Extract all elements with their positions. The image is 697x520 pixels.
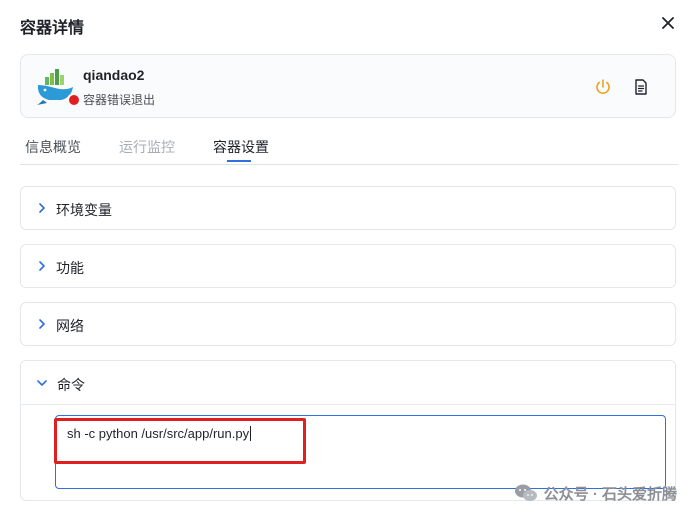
wechat-icon <box>514 484 537 501</box>
section-command-header[interactable]: 命令 <box>21 361 675 405</box>
chevron-right-icon <box>39 319 45 329</box>
close-button[interactable] <box>659 14 677 32</box>
section-env-vars[interactable]: 环境变量 <box>20 186 676 230</box>
document-icon <box>635 79 647 95</box>
command-value: sh -c python /usr/src/app/run.py <box>67 426 252 441</box>
section-label: 命令 <box>57 377 85 393</box>
container-status-text: 容器错误退出 <box>83 93 156 107</box>
tab-monitor[interactable]: 运行监控 <box>119 137 175 157</box>
chevron-down-icon <box>37 380 47 386</box>
container-card: qiandao2 容器错误退出 <box>20 54 676 118</box>
section-network[interactable]: 网络 <box>20 302 676 346</box>
tab-bar: 信息概览 运行监控 容器设置 <box>20 134 678 165</box>
section-label: 环境变量 <box>56 202 112 218</box>
status-dot <box>67 93 81 107</box>
tab-overview[interactable]: 信息概览 <box>25 137 81 157</box>
tab-settings[interactable]: 容器设置 <box>213 137 269 157</box>
active-tab-indicator <box>227 160 251 162</box>
container-name: qiandao2 <box>83 67 145 83</box>
text-caret <box>250 426 252 441</box>
power-icon <box>596 79 610 94</box>
command-input[interactable]: sh -c python /usr/src/app/run.py <box>55 415 666 489</box>
section-capabilities[interactable]: 功能 <box>20 244 676 288</box>
close-icon <box>662 17 674 29</box>
log-button[interactable] <box>631 77 651 97</box>
chevron-right-icon <box>39 261 45 271</box>
section-label: 功能 <box>56 260 84 276</box>
watermark: 公众号 · 石头爱折腾 <box>514 482 677 504</box>
dialog-title: 容器详情 <box>20 20 85 37</box>
section-command: 命令 sh -c python /usr/src/app/run.py <box>20 360 676 501</box>
section-label: 网络 <box>56 318 84 334</box>
chevron-right-icon <box>39 203 45 213</box>
watermark-text: 公众号 · 石头爱折腾 <box>543 485 677 503</box>
power-button[interactable] <box>593 77 613 97</box>
